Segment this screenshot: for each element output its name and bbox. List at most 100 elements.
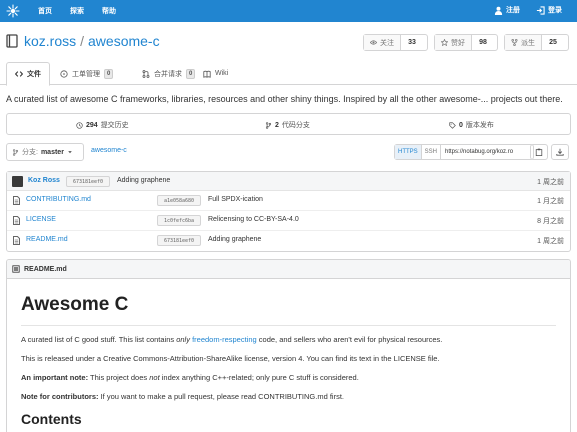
tab-pull-requests-count: 0: [186, 68, 196, 79]
readme-title: Awesome C: [21, 285, 556, 326]
file-commit-sha[interactable]: 1c0fefc6ba: [157, 215, 201, 226]
star-icon: [441, 39, 448, 46]
note-text: This project does: [88, 373, 150, 382]
ssh-toggle[interactable]: SSH: [422, 145, 442, 159]
register-label: 注册: [506, 7, 520, 14]
gogs-logo-icon[interactable]: [6, 4, 20, 18]
commit-author-link[interactable]: Koz Ross: [28, 177, 60, 184]
watch-button[interactable]: 关注 33: [363, 34, 428, 51]
sign-in-icon: [536, 5, 545, 15]
git-pull-request-icon: [142, 69, 150, 78]
commit-message: Adding graphene: [117, 177, 171, 184]
fork-label-box: 派生: [505, 35, 542, 50]
branch-dropdown[interactable]: 分支: master: [6, 143, 84, 161]
readme-filename: README.md: [24, 265, 67, 273]
login-link[interactable]: 登录: [536, 5, 562, 15]
file-commit-message[interactable]: Adding graphene: [208, 236, 261, 243]
readme-content: Awesome C A curated list of C good stuff…: [7, 279, 570, 432]
file-commit-time: 1 周之前: [537, 238, 564, 245]
fork-button[interactable]: 派生 25: [504, 34, 569, 51]
tab-pull-requests-label: 合并请求: [154, 70, 182, 78]
clone-url-input[interactable]: https://notabug.org/koz.ro: [441, 145, 533, 159]
note-heading: An important note:: [21, 373, 89, 382]
file-name-link[interactable]: README.md: [26, 236, 68, 243]
clone-url-box: HTTPS SSH https://notabug.org/koz.ro: [394, 144, 535, 160]
fork-label: 派生: [521, 39, 535, 47]
git-branch-icon: [265, 121, 272, 129]
watch-label-box: 关注: [364, 35, 401, 50]
repo-header: koz.ross / awesome-c 关注 33 赞好 98 派生 25: [0, 22, 577, 60]
file-text-icon: [13, 196, 20, 205]
tab-files[interactable]: 文件: [6, 62, 50, 86]
nav-help[interactable]: 帮助: [102, 6, 116, 16]
issue-opened-icon: [60, 69, 68, 78]
branches-label: 代码分支: [281, 122, 310, 129]
releases-label: 版本发布: [465, 122, 494, 129]
repo-owner-link[interactable]: koz.ross: [24, 33, 76, 49]
readme-panel: README.md Awesome C A curated list of C …: [6, 259, 571, 432]
readme-paragraph-note: An important note: This project does not…: [21, 373, 556, 382]
readme-paragraph-contributors: Note for contributors: If you want to ma…: [21, 392, 556, 401]
watch-count[interactable]: 33: [401, 35, 423, 50]
repo-title-separator: /: [80, 33, 85, 49]
commits-label: 提交历史: [100, 122, 129, 129]
file-commit-message[interactable]: Full SPDX-ication: [208, 196, 263, 203]
tab-wiki[interactable]: Wiki: [195, 62, 236, 85]
git-branch-icon: [12, 148, 19, 156]
download-button[interactable]: [551, 144, 569, 160]
nav-explore[interactable]: 探索: [70, 6, 84, 16]
table-row: LICENSE 1c0fefc6ba Relicensing to CC-BY-…: [7, 211, 570, 231]
commit-time: 1 周之前: [537, 179, 564, 186]
releases-link[interactable]: 0 版本发布: [449, 120, 494, 130]
intro-emphasis: only: [176, 335, 190, 344]
breadcrumb-repo-link[interactable]: awesome-c: [91, 147, 127, 154]
file-list: Koz Ross 673181eef0 Adding graphene 1 周之…: [6, 171, 571, 252]
tab-issues[interactable]: 工单管理 0: [52, 62, 121, 85]
user-icon: [494, 6, 503, 15]
note-emphasis: not: [149, 373, 160, 382]
login-label: 登录: [548, 7, 562, 14]
eye-icon: [370, 40, 377, 45]
file-commit-message[interactable]: Relicensing to CC-BY-SA-4.0: [208, 216, 299, 223]
fork-count[interactable]: 25: [542, 35, 564, 50]
star-button[interactable]: 赞好 98: [434, 34, 498, 51]
file-name-link[interactable]: CONTRIBUTING.md: [26, 196, 91, 203]
repo-name-link[interactable]: awesome-c: [88, 33, 160, 49]
nav-home[interactable]: 首页: [38, 6, 52, 16]
repo-book-icon: [6, 34, 18, 48]
file-commit-sha[interactable]: 673181eef0: [157, 235, 201, 246]
table-row: CONTRIBUTING.md a1e058a680 Full SPDX-ica…: [7, 191, 570, 211]
commits-link[interactable]: 294 提交历史: [76, 120, 129, 130]
https-toggle[interactable]: HTTPS: [395, 145, 422, 159]
file-commit-sha[interactable]: a1e058a680: [157, 195, 201, 206]
file-text-icon: [13, 236, 20, 245]
tab-issues-count: 0: [104, 68, 114, 79]
repo-tabs: 文件 工单管理 0 合并请求 0 Wiki: [0, 60, 577, 86]
register-link[interactable]: 注册: [494, 5, 520, 15]
commits-count: 294: [86, 121, 98, 129]
book-icon: [203, 70, 211, 78]
file-commit-time: 8 月之前: [537, 218, 564, 225]
contributors-text: If you want to make a pull request, plea…: [98, 392, 345, 401]
tab-issues-label: 工单管理: [72, 70, 100, 78]
readme-contents-heading: Contents: [21, 411, 82, 427]
table-row: README.md 673181eef0 Adding graphene 1 周…: [7, 231, 570, 251]
commit-sha-button[interactable]: 673181eef0: [66, 176, 110, 187]
tag-icon: [449, 121, 456, 129]
tab-files-label: 文件: [27, 71, 41, 78]
readme-header: README.md: [7, 260, 570, 279]
file-commit-time: 1 月之前: [537, 198, 564, 205]
star-count[interactable]: 98: [472, 35, 494, 50]
clippy-icon: [535, 148, 543, 156]
star-label-box: 赞好: [435, 35, 472, 50]
file-name-link[interactable]: LICENSE: [26, 216, 56, 223]
copy-url-button[interactable]: [530, 144, 548, 160]
repo-title: koz.ross / awesome-c: [24, 33, 160, 49]
branches-count: 2: [275, 121, 279, 129]
branches-link[interactable]: 2 代码分支: [265, 120, 310, 130]
avatar[interactable]: [12, 176, 23, 187]
tab-pull-requests[interactable]: 合并请求 0: [134, 62, 203, 85]
freedom-respecting-link[interactable]: freedom-respecting: [192, 335, 257, 344]
intro-text-end: code, and sellers who aren't evil for ph…: [256, 335, 443, 344]
repo-description: A curated list of awesome C frameworks, …: [6, 94, 563, 104]
